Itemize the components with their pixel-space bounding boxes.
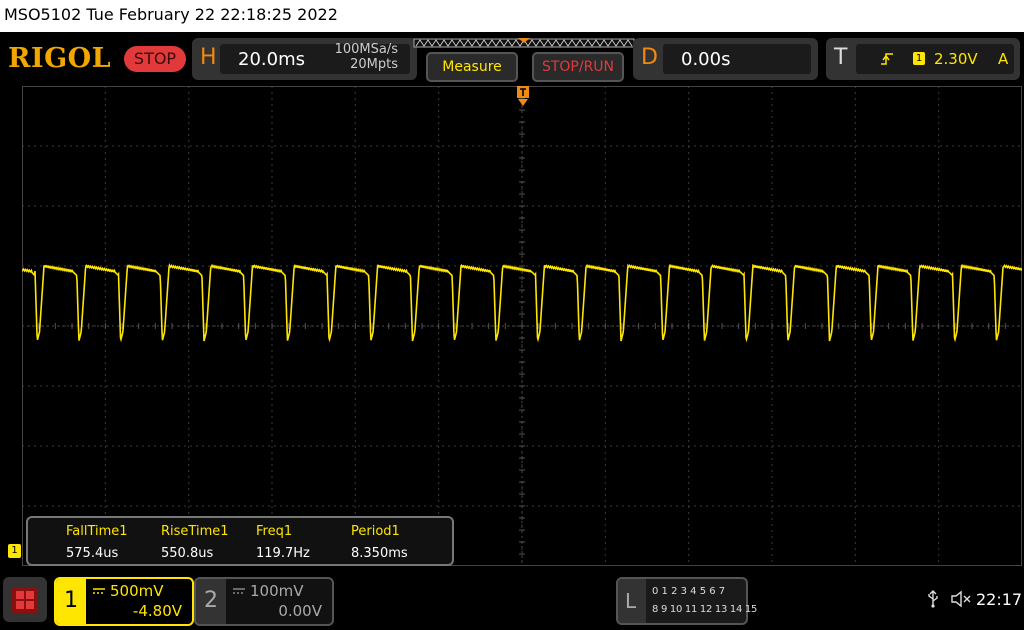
channel2-panel[interactable]: 2 100mV 0.00V [194, 577, 334, 626]
logic-panel[interactable]: L 0 1 2 3 4 5 6 7 8 9 10 11 12 13 14 15 [616, 577, 757, 625]
measurement-label: Period1 [351, 524, 400, 539]
measurement-label: FallTime1 [66, 524, 128, 539]
logic-channels-row2: 8 9 10 11 12 13 14 15 [652, 604, 758, 615]
channel1-number: 1 [64, 588, 78, 613]
measurement-panel: FallTime1 575.4us RiseTime1 550.8us Freq… [26, 516, 454, 566]
measure-label: Measure [442, 59, 502, 75]
dc-coupling-icon [93, 588, 105, 594]
trigger-level: 2.30V [934, 50, 978, 68]
rigol-logo: RIGOL [8, 43, 112, 74]
horizontal-panel[interactable]: H 20.0ms 100MSa/s 20Mpts [192, 38, 417, 80]
delay-value: 0.00s [681, 49, 731, 70]
trigger-panel[interactable]: T 1 2.30V A [826, 38, 1020, 80]
stop-run-label: STOP/RUN [541, 59, 615, 75]
measure-button[interactable]: Measure [426, 52, 518, 82]
waveform-display[interactable] [22, 86, 1022, 566]
measurement-value: 119.7Hz [256, 546, 310, 561]
app-menu-button[interactable] [3, 577, 47, 622]
channel2-offset: 0.00V [278, 602, 322, 620]
logic-channels-row1: 0 1 2 3 4 5 6 7 [652, 586, 726, 597]
channel1-offset: -4.80V [132, 602, 182, 620]
logic-letter: L [625, 589, 637, 613]
clock-time: 22:17 [976, 590, 1023, 609]
channel2-number: 2 [204, 588, 218, 613]
rising-edge-icon [881, 53, 893, 65]
trigger-letter: T [834, 45, 848, 70]
title-text: MSO5102 Tue February 22 22:18:25 2022 [4, 5, 338, 24]
trigger-position-marker[interactable] [515, 86, 531, 110]
measurement-label: Freq1 [256, 524, 293, 539]
grid-menu-icon [12, 587, 38, 613]
measurement-value: 550.8us [161, 546, 214, 561]
speaker-muted-icon[interactable] [950, 590, 972, 608]
timebase-value: 20.0ms [238, 49, 305, 70]
channel1-scale: 500mV [110, 582, 164, 600]
usb-icon [928, 590, 938, 608]
memory-depth: 20Mpts [350, 57, 398, 72]
title-bar: MSO5102 Tue February 22 22:18:25 2022 [0, 0, 1024, 32]
channel2-scale: 100mV [250, 582, 304, 600]
stop-run-button[interactable]: STOP/RUN [532, 52, 624, 82]
trigger-channel-badge: 1 [913, 52, 925, 65]
memory-position-bar [413, 38, 635, 48]
delay-panel[interactable]: D 0.00s [633, 38, 818, 80]
measurement-value: 575.4us [66, 546, 119, 561]
delay-letter: D [641, 45, 658, 70]
run-state-button[interactable]: STOP [124, 46, 186, 72]
trigger-mode: A [998, 50, 1009, 68]
sample-rate: 100MSa/s [334, 42, 398, 57]
measurement-value: 8.350ms [351, 546, 408, 561]
channel1-ground-marker[interactable]: 1 [8, 544, 21, 558]
dc-coupling-icon [233, 588, 245, 594]
measurement-label: RiseTime1 [161, 524, 229, 539]
channel1-panel[interactable]: 1 500mV -4.80V [54, 577, 194, 626]
horizontal-letter: H [200, 45, 217, 70]
